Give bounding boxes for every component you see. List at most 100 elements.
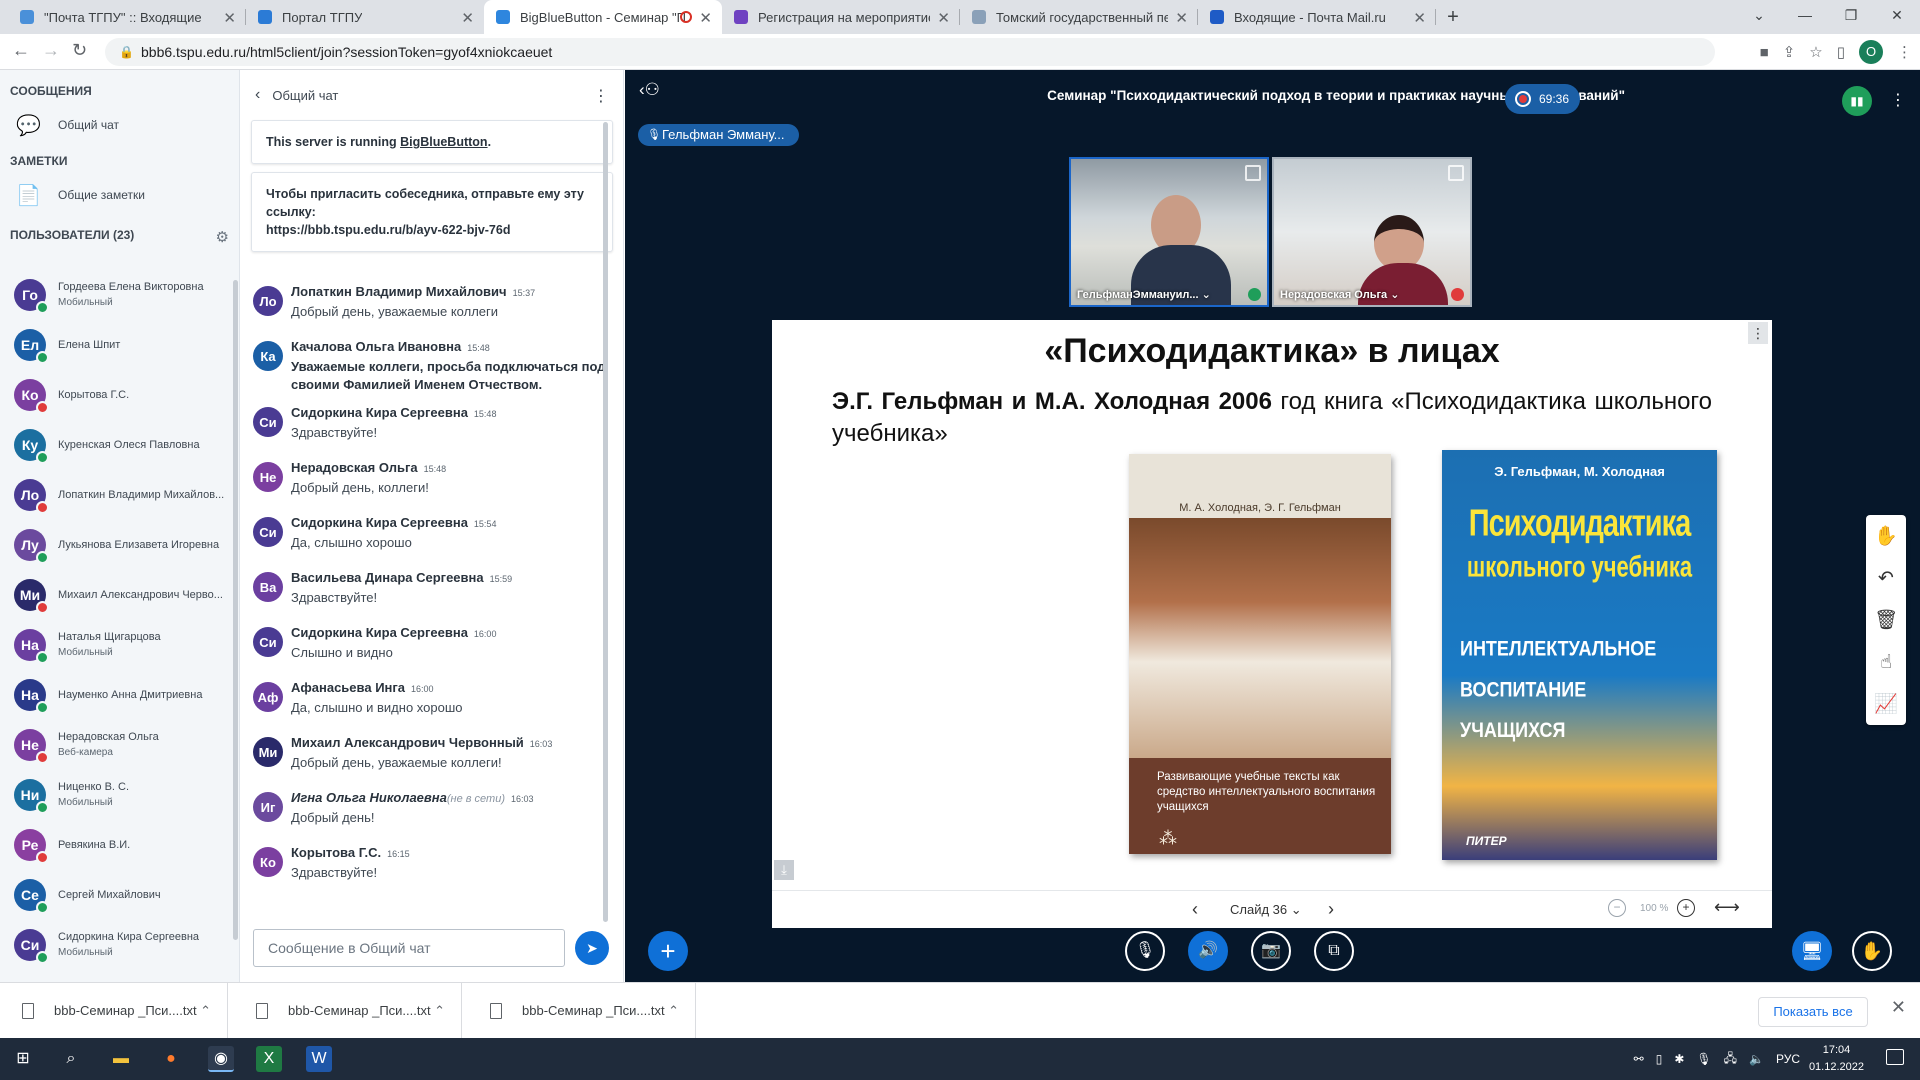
download-item[interactable]: bbb-Семинар _Пси....txt ⌃ [0, 983, 228, 1039]
audio-button[interactable]: 🔊 [1188, 931, 1228, 971]
browser-tab[interactable]: Регистрация на мероприятие - ✕ [722, 0, 960, 34]
user-list-item[interactable]: Ку Куренская Олеся Павловна [0, 420, 232, 470]
fullscreen-icon[interactable] [1245, 165, 1261, 181]
undo-icon[interactable]: ↶ [1866, 557, 1906, 599]
close-window-button[interactable]: ✕ [1874, 0, 1920, 30]
presentation-toggle-button[interactable]: 🖥 [1792, 931, 1832, 971]
notifications-icon[interactable] [1886, 1049, 1904, 1065]
browser-menu-icon[interactable]: ⋮ [1897, 43, 1912, 61]
slide-selector[interactable]: Слайд 36 ⌄ [1230, 902, 1302, 918]
new-tab-button[interactable]: + [1436, 0, 1470, 34]
shared-notes-item[interactable]: 📄 Общие заметки [0, 174, 239, 216]
url-input[interactable]: 🔒 bbb6.tspu.edu.ru/html5client/join?sess… [105, 38, 1715, 66]
word-icon[interactable]: W [306, 1046, 332, 1072]
close-tab-icon[interactable]: ✕ [937, 9, 950, 27]
user-list-item[interactable]: Се Сергей Михайлович [0, 870, 232, 920]
bluetooth-icon[interactable]: ✱ [1674, 1052, 1684, 1066]
previous-slide-button[interactable]: ‹ [1192, 899, 1198, 920]
camera-icon[interactable]: ■ [1760, 44, 1769, 61]
download-icon[interactable]: ⤓ [774, 860, 794, 880]
minimize-button[interactable]: — [1782, 0, 1828, 30]
chevron-up-icon[interactable]: ⌃ [200, 983, 211, 1039]
zoom-out-button[interactable]: − [1608, 899, 1626, 917]
options-menu-icon[interactable]: ⋮ [1890, 90, 1906, 110]
user-list-item[interactable]: Ко Корытова Г.С. [0, 370, 232, 420]
network-icon[interactable]: 🖧 [1724, 1049, 1737, 1070]
language-indicator[interactable]: РУС [1776, 1052, 1800, 1066]
user-list-item[interactable]: На Науменко Анна Дмитриевна [0, 670, 232, 720]
side-panel-icon[interactable]: ▯ [1837, 43, 1845, 61]
browser-tab[interactable]: BigBlueButton - Семинар "П ✕ [484, 0, 722, 34]
screen-share-button[interactable]: ⧉ [1314, 931, 1354, 971]
webcam-tile[interactable]: ГельфманЭммануил... ⌄ [1069, 157, 1269, 307]
tab-search-icon[interactable]: ⌄ [1736, 0, 1782, 30]
mic-tray-icon[interactable]: 🎙 [1696, 1052, 1711, 1066]
close-tab-icon[interactable]: ✕ [699, 9, 712, 27]
webcam-label[interactable]: ГельфманЭммануил... ⌄ [1077, 288, 1211, 301]
user-list-item[interactable]: Ло Лопаткин Владимир Михайлов... [0, 470, 232, 520]
raise-hand-button[interactable]: ✋ [1852, 931, 1892, 971]
invite-link[interactable]: https://bbb.tspu.edu.ru/b/ayv-622-bjv-76… [266, 221, 598, 239]
close-tab-icon[interactable]: ✕ [461, 9, 474, 27]
presentation-options-icon[interactable]: ⋮ [1748, 322, 1768, 344]
browser-tab[interactable]: Входящие - Почта Mail.ru ✕ [1198, 0, 1436, 34]
user-list-item[interactable]: Го Гордеева Елена Викторовна Мобильный [0, 270, 232, 320]
chevron-left-icon[interactable]: ‹ [255, 86, 260, 104]
connection-status-icon[interactable]: ▮▮ [1842, 86, 1872, 116]
user-list-item[interactable]: Ми Михаил Александрович Черво... [0, 570, 232, 620]
fit-width-button[interactable]: ⟷ [1714, 897, 1740, 918]
profile-avatar[interactable]: O [1859, 40, 1883, 64]
multi-user-icon[interactable]: ☝ [1866, 641, 1906, 683]
download-item[interactable]: bbb-Семинар _Пси....txt ⌃ [234, 983, 462, 1039]
lock-icon[interactable]: 🔒 [119, 38, 134, 66]
user-list-item[interactable]: На Наталья Щигарцова Мобильный [0, 620, 232, 670]
maximize-button[interactable]: ❐ [1828, 0, 1874, 30]
trash-icon[interactable]: 🗑 [1866, 599, 1906, 641]
user-list-item[interactable]: Си Сидоркина Кира Сергеевна Мобильный [0, 920, 232, 970]
share-icon[interactable]: ⇪ [1783, 43, 1796, 61]
next-slide-button[interactable]: › [1328, 899, 1334, 920]
chevron-up-icon[interactable]: ⌃ [668, 983, 679, 1039]
download-item[interactable]: bbb-Семинар _Пси....txt ⌃ [468, 983, 696, 1039]
presentation-slide[interactable]: «Психодидактика» в лицах Э.Г. Гельфман и… [772, 320, 1772, 890]
chat-message-input[interactable]: Сообщение в Общий чат [253, 929, 565, 967]
excel-icon[interactable]: X [256, 1046, 282, 1072]
close-tab-icon[interactable]: ✕ [223, 9, 236, 27]
volume-icon[interactable]: 🔈 [1749, 1052, 1764, 1066]
user-list-item[interactable]: Не Нерадовская Ольга Веб-камера [0, 720, 232, 770]
network-sharing-icon[interactable]: ⚯ [1634, 1052, 1644, 1066]
fullscreen-icon[interactable] [1448, 165, 1464, 181]
chat-scrollbar[interactable] [603, 122, 608, 922]
talking-indicator[interactable]: 🎙 Гельфман Эмману... [638, 124, 799, 146]
user-list-item[interactable]: Ел Елена Шпит [0, 320, 232, 370]
chevron-up-icon[interactable]: ⌃ [434, 983, 445, 1039]
file-explorer-icon[interactable]: ▬ [108, 1046, 134, 1072]
bbb-link[interactable]: BigBlueButton [400, 135, 487, 149]
show-all-downloads-button[interactable]: Показать все [1758, 997, 1868, 1027]
mute-microphone-button[interactable]: 🎙 [1125, 931, 1165, 971]
gear-icon[interactable]: ⚙ [216, 228, 229, 246]
chat-options-icon[interactable]: ⋮ [593, 86, 609, 106]
search-icon[interactable]: ⌕ [58, 1046, 84, 1072]
clock[interactable]: 17:04 01.12.2022 [1809, 1042, 1864, 1076]
close-tab-icon[interactable]: ✕ [1175, 9, 1188, 27]
send-message-button[interactable]: ➤ [575, 931, 609, 965]
webcam-button[interactable]: 📷 [1251, 931, 1291, 971]
hand-tool-icon[interactable]: ✋ [1866, 515, 1906, 557]
reload-icon[interactable]: ↻ [72, 40, 87, 61]
chart-icon[interactable]: 📈 [1866, 683, 1906, 725]
windows-start-icon[interactable]: ⊞ [10, 1046, 36, 1072]
close-tab-icon[interactable]: ✕ [1413, 9, 1426, 27]
firefox-icon[interactable]: ● [158, 1046, 184, 1072]
zoom-in-button[interactable]: + [1677, 899, 1695, 917]
public-chat-item[interactable]: 💬 Общий чат [0, 104, 239, 146]
recording-indicator[interactable]: 69:36 [1505, 84, 1580, 114]
browser-tab[interactable]: Томский государственный педа ✕ [960, 0, 1198, 34]
webcam-label[interactable]: Нерадовская Ольга ⌄ [1280, 288, 1399, 301]
browser-tab[interactable]: Портал ТГПУ ✕ [246, 0, 484, 34]
usb-icon[interactable]: ▯ [1656, 1052, 1663, 1066]
bookmark-star-icon[interactable]: ☆ [1809, 43, 1822, 61]
forward-icon[interactable]: → [42, 40, 60, 61]
user-list-item[interactable]: Ре Ревякина В.И. [0, 820, 232, 870]
webcam-tile[interactable]: Нерадовская Ольга ⌄ [1272, 157, 1472, 307]
